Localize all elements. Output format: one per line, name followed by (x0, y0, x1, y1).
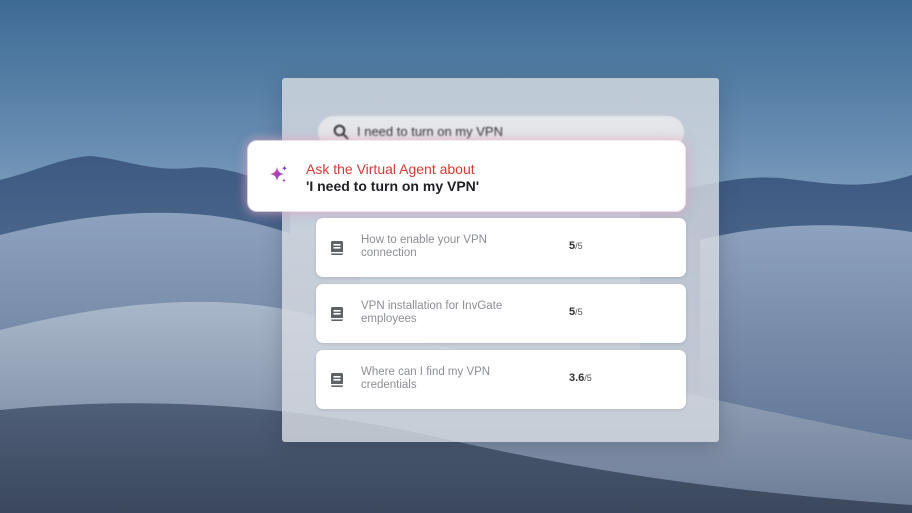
sparkle-icon (270, 165, 288, 183)
virtual-agent-query: 'I need to turn on my VPN' (306, 178, 480, 194)
result-rating: 3.6/5 (569, 372, 592, 384)
result-rating: 5/5 (569, 240, 583, 252)
result-item[interactable]: VPN installation for InvGate employees 5… (316, 284, 686, 343)
result-rating: 5/5 (569, 306, 583, 318)
document-icon (331, 373, 343, 387)
search-query-text: I need to turn on my VPN (357, 124, 503, 139)
result-item[interactable]: How to enable your VPN connection 5/5 (316, 218, 686, 277)
result-title: How to enable your VPN connection (361, 234, 487, 259)
result-title: VPN installation for InvGate employees (361, 300, 503, 325)
result-title: Where can I find my VPN credentials (361, 366, 491, 391)
ask-virtual-agent-suggestion[interactable]: Ask the Virtual Agent about 'I need to t… (248, 141, 685, 211)
document-icon (331, 241, 343, 255)
search-icon (333, 124, 349, 140)
result-item[interactable]: Where can I find my VPN credentials 3.6/… (316, 350, 686, 409)
virtual-agent-title: Ask the Virtual Agent about (306, 161, 475, 177)
document-icon (331, 307, 343, 321)
